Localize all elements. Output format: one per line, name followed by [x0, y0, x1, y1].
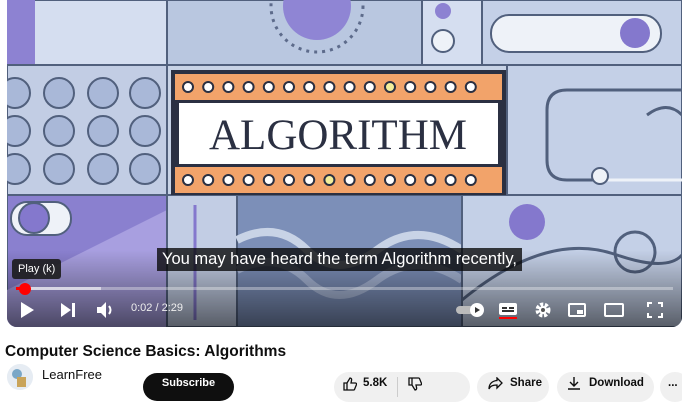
marquee-bulb	[303, 81, 316, 93]
settings-button[interactable]	[532, 300, 554, 320]
slide-title: ALGORITHM	[209, 112, 467, 159]
marquee-bulb	[222, 81, 235, 93]
dislike-button[interactable]	[398, 377, 423, 394]
video-player[interactable]: ALGORITHM Play (k) You may have heard th…	[7, 0, 682, 327]
autoplay-icon	[456, 303, 484, 317]
theater-icon	[604, 303, 624, 317]
marquee-bulb	[202, 174, 215, 186]
like-button[interactable]: 5.8K	[334, 377, 399, 397]
download-label: Download	[589, 377, 644, 389]
channel-logo-icon	[7, 364, 33, 390]
subtitles-icon	[499, 303, 517, 319]
marquee-bulb	[283, 174, 295, 186]
download-button[interactable]: Download	[557, 372, 654, 402]
marquee-bulb	[343, 174, 356, 186]
download-icon	[568, 377, 580, 390]
next-icon	[61, 303, 75, 317]
fullscreen-icon	[647, 302, 663, 318]
fullscreen-button[interactable]	[643, 300, 667, 320]
subtitles-button[interactable]	[497, 300, 519, 320]
volume-icon	[97, 302, 112, 318]
gear-icon	[535, 302, 551, 318]
play-icon	[21, 302, 34, 318]
marquee-bulb	[323, 174, 336, 186]
marquee-bulb	[444, 81, 457, 93]
miniplayer-icon	[568, 303, 586, 317]
marquee-bulb	[262, 174, 275, 186]
marquee-bulb	[363, 174, 376, 186]
miniplayer-button[interactable]	[565, 300, 589, 320]
marquee-bulb	[384, 174, 396, 186]
marquee-bulb	[283, 81, 295, 93]
time-display: 0:02 / 2:29	[131, 302, 183, 314]
marquee-bulb	[424, 81, 437, 93]
like-dislike-group: 5.8K	[334, 372, 470, 402]
marquee-bulb	[222, 174, 235, 186]
play-button[interactable]	[16, 300, 38, 320]
channel-name[interactable]: LearnFree	[42, 367, 102, 382]
marquee-bulb	[444, 174, 457, 186]
autoplay-toggle[interactable]	[455, 300, 487, 320]
marquee-bulb	[384, 81, 396, 93]
marquee-bulb	[242, 174, 255, 186]
video-title: Computer Science Basics: Algorithms	[5, 343, 287, 360]
marquee-bulb	[202, 81, 215, 93]
marquee-bulb	[262, 81, 275, 93]
theater-mode-button[interactable]	[601, 300, 627, 320]
marquee-bulb	[363, 81, 376, 93]
marquee-bulb	[182, 174, 194, 186]
more-icon: ...	[668, 377, 678, 389]
marquee-bulb	[242, 81, 255, 93]
share-icon	[488, 377, 503, 390]
like-count: 5.8K	[363, 377, 388, 389]
marquee-bulb	[323, 81, 336, 93]
marquee-bulb	[424, 174, 437, 186]
subscribe-button[interactable]: Subscribe	[143, 373, 234, 401]
marquee-bulb	[343, 81, 356, 93]
share-button[interactable]: Share	[477, 372, 549, 402]
marquee-bulb	[464, 81, 477, 93]
share-label: Share	[510, 377, 542, 389]
play-tooltip: Play (k)	[12, 259, 62, 279]
progress-bar[interactable]	[16, 282, 673, 295]
video-frame: ALGORITHM	[7, 0, 682, 327]
channel-avatar[interactable]	[7, 364, 33, 390]
thumbs-up-icon	[343, 377, 357, 391]
more-actions-button[interactable]: ...	[660, 372, 682, 402]
marquee-bulb	[404, 174, 417, 186]
marquee-bulb	[464, 174, 477, 186]
next-button[interactable]	[57, 300, 79, 320]
marquee-bulb	[303, 174, 316, 186]
scrubber-handle[interactable]	[18, 282, 31, 295]
volume-button[interactable]	[95, 300, 117, 320]
marquee-bulb	[404, 81, 417, 93]
thumbs-down-icon	[408, 377, 423, 391]
caption-text: You may have heard the term Algorithm re…	[157, 248, 522, 271]
marquee-bulb	[182, 81, 194, 93]
